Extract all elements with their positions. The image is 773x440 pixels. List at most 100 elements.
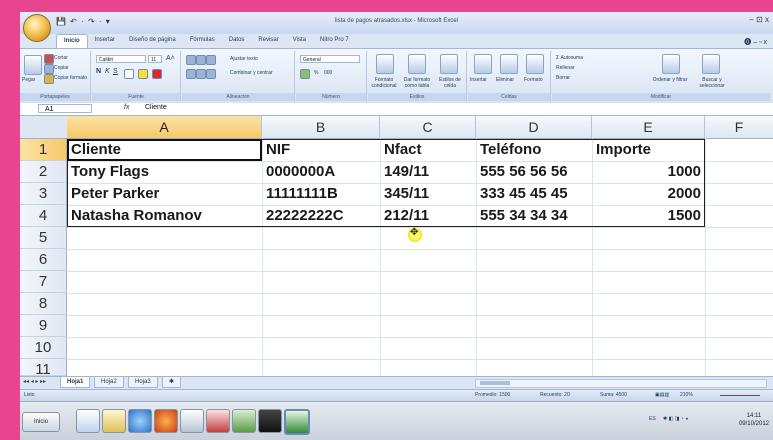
table-header-cell[interactable]: Nfact bbox=[380, 139, 476, 161]
row-header-3[interactable]: 3 bbox=[20, 183, 67, 205]
column-header-b[interactable]: B bbox=[262, 116, 380, 138]
conditional-format-button[interactable]: Formato condicional bbox=[368, 77, 400, 89]
tab-nitro[interactable]: Nitro Pro 7 bbox=[313, 34, 356, 48]
tray-icons[interactable]: ✱ ◧ ◨ ◔ ◕ bbox=[663, 416, 688, 422]
table-cell[interactable]: Natasha Romanov bbox=[67, 205, 262, 227]
format-cells-icon[interactable] bbox=[526, 54, 544, 74]
align-center-icon[interactable] bbox=[196, 69, 206, 79]
app-icon[interactable] bbox=[258, 409, 282, 433]
format-table-icon[interactable] bbox=[408, 54, 426, 74]
paintbrush-icon[interactable] bbox=[44, 74, 54, 84]
clock[interactable]: 14:11 09/10/2012 bbox=[739, 412, 769, 428]
row-header-6[interactable]: 6 bbox=[20, 249, 67, 271]
office-button[interactable] bbox=[23, 14, 51, 42]
tab-revisar[interactable]: Revisar bbox=[251, 34, 285, 48]
number-format-select[interactable]: General bbox=[300, 55, 360, 63]
table-header-cell[interactable]: NIF bbox=[262, 139, 380, 161]
excel-taskbar-icon[interactable] bbox=[284, 409, 310, 435]
table-cell[interactable]: 2000 bbox=[592, 183, 705, 205]
table-header-cell[interactable]: Importe bbox=[592, 139, 705, 161]
fill-button[interactable]: Rellenar bbox=[556, 65, 575, 71]
show-desktop-icon[interactable] bbox=[76, 409, 100, 433]
worksheet-grid[interactable]: A B C D E F 1 2 3 4 5 6 7 8 9 10 11 Clie… bbox=[20, 116, 773, 378]
table-cell[interactable]: 555 56 56 56 bbox=[476, 161, 592, 183]
font-color-icon[interactable] bbox=[152, 69, 162, 79]
tab-diseno-pagina[interactable]: Diseño de página bbox=[122, 34, 183, 48]
table-cell[interactable]: 11111111B bbox=[262, 183, 380, 205]
row-header-4[interactable]: 4 bbox=[20, 205, 67, 227]
font-size-select[interactable]: 11 bbox=[148, 55, 162, 63]
format-painter-button[interactable]: Copiar formato bbox=[54, 75, 87, 81]
row-header-5[interactable]: 5 bbox=[20, 227, 67, 249]
horizontal-scrollbar[interactable] bbox=[475, 379, 767, 388]
app-icon[interactable] bbox=[232, 409, 256, 433]
start-button[interactable]: Inicio bbox=[22, 412, 60, 432]
align-top-icon[interactable] bbox=[186, 55, 196, 65]
italic-button[interactable]: K bbox=[105, 68, 110, 75]
underline-button[interactable]: S bbox=[113, 68, 118, 75]
row-header-2[interactable]: 2 bbox=[20, 161, 67, 183]
sheet-tab-hoja1[interactable]: Hoja1 bbox=[60, 377, 91, 388]
sheet-tab-hoja2[interactable]: Hoja2 bbox=[94, 377, 124, 388]
column-header-c[interactable]: C bbox=[380, 116, 476, 138]
sort-filter-icon[interactable] bbox=[662, 54, 680, 74]
bold-button[interactable]: N bbox=[96, 68, 101, 75]
tab-inicio[interactable]: Inicio bbox=[56, 34, 88, 49]
table-cell[interactable]: 333 45 45 45 bbox=[476, 183, 592, 205]
align-bottom-icon[interactable] bbox=[206, 55, 216, 65]
name-box[interactable]: A1 bbox=[38, 104, 92, 113]
clear-button[interactable]: Borrar bbox=[556, 75, 570, 81]
cut-button[interactable]: Cortar bbox=[54, 55, 68, 61]
currency-icon[interactable] bbox=[300, 69, 310, 79]
row-header-7[interactable]: 7 bbox=[20, 271, 67, 293]
tab-vista[interactable]: Vista bbox=[286, 34, 313, 48]
paste-button[interactable]: Pegar bbox=[22, 77, 35, 83]
paste-icon[interactable] bbox=[24, 55, 42, 75]
fill-color-icon[interactable] bbox=[138, 69, 148, 79]
copy-button[interactable]: Copiar bbox=[54, 65, 69, 71]
font-name-select[interactable]: Calibri bbox=[96, 55, 146, 63]
percent-button[interactable]: % bbox=[314, 70, 318, 76]
insert-button[interactable]: Insertar bbox=[470, 77, 487, 83]
row-header-8[interactable]: 8 bbox=[20, 293, 67, 315]
wrap-text-button[interactable]: Ajustar texto bbox=[230, 56, 258, 62]
cell-styles-icon[interactable] bbox=[440, 54, 458, 74]
select-all-corner[interactable] bbox=[20, 116, 68, 138]
app-icon[interactable] bbox=[180, 409, 204, 433]
thousands-button[interactable]: 000 bbox=[324, 70, 332, 76]
ribbon-help-controls[interactable]: ⓿ – ▫ x bbox=[744, 37, 767, 47]
zoom-level[interactable]: 210% bbox=[680, 392, 693, 398]
sheet-tab-hoja3[interactable]: Hoja3 bbox=[128, 377, 158, 388]
formula-input[interactable]: Cliente bbox=[145, 104, 167, 111]
merge-center-button[interactable]: Combinar y centrar bbox=[230, 70, 273, 76]
internet-explorer-icon[interactable] bbox=[128, 409, 152, 433]
table-cell[interactable]: 22222222C bbox=[262, 205, 380, 227]
column-header-d[interactable]: D bbox=[476, 116, 592, 138]
table-cell[interactable]: 1500 bbox=[592, 205, 705, 227]
firefox-icon[interactable] bbox=[154, 409, 178, 433]
format-button[interactable]: Formato bbox=[524, 77, 543, 83]
table-cell[interactable]: Peter Parker bbox=[67, 183, 262, 205]
row-header-9[interactable]: 9 bbox=[20, 315, 67, 337]
tab-insertar[interactable]: Insertar bbox=[88, 34, 122, 48]
row-header-10[interactable]: 10 bbox=[20, 337, 67, 359]
conditional-format-icon[interactable] bbox=[376, 54, 394, 74]
column-header-a[interactable]: A bbox=[67, 116, 262, 138]
row-header-11[interactable]: 11 bbox=[20, 359, 67, 378]
row-header-1[interactable]: 1 bbox=[20, 139, 67, 161]
scissors-icon[interactable] bbox=[44, 54, 54, 64]
zoom-slider[interactable] bbox=[700, 392, 770, 398]
insert-cells-icon[interactable] bbox=[474, 54, 492, 74]
table-header-cell[interactable]: Teléfono bbox=[476, 139, 592, 161]
tab-datos[interactable]: Datos bbox=[222, 34, 252, 48]
find-select-button[interactable]: Buscar y seleccionar bbox=[692, 77, 732, 89]
table-cell[interactable]: 1000 bbox=[592, 161, 705, 183]
language-indicator[interactable]: ES bbox=[649, 416, 656, 422]
format-as-table-button[interactable]: Dar formato como tabla bbox=[400, 77, 434, 89]
cell-styles-button[interactable]: Estilos de celda bbox=[434, 77, 466, 89]
table-cell[interactable]: 212/11 bbox=[380, 205, 476, 227]
copy-icon[interactable] bbox=[44, 64, 54, 74]
sort-filter-button[interactable]: Ordenar y filtrar bbox=[650, 77, 690, 83]
table-header-cell[interactable]: Cliente bbox=[67, 139, 262, 161]
find-select-icon[interactable] bbox=[702, 54, 720, 74]
